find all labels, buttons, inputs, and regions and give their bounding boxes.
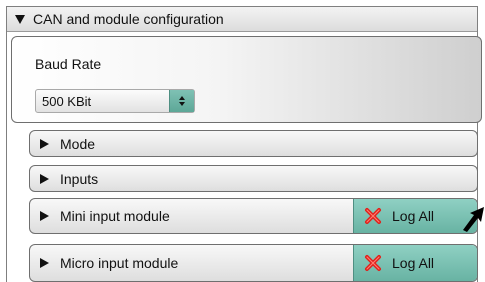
- baud-rate-label: Baud Rate: [35, 56, 102, 72]
- triangle-right-icon: [40, 258, 49, 268]
- mini-log-all-button[interactable]: Log All: [353, 199, 477, 233]
- triangle-right-icon: [40, 211, 49, 221]
- x-icon: [365, 255, 381, 271]
- section-inputs-label: Inputs: [60, 170, 99, 187]
- section-inputs[interactable]: Inputs: [29, 165, 478, 192]
- x-icon: [365, 208, 381, 224]
- mini-log-all-label: Log All: [392, 208, 435, 224]
- section-micro-input-module[interactable]: Micro input module Log All: [29, 244, 478, 282]
- section-micro-label: Micro input module: [60, 255, 179, 271]
- section-mode-label: Mode: [60, 135, 96, 152]
- section-mini-label: Mini input module: [60, 208, 170, 224]
- section-mini-input-module[interactable]: Mini input module Log All: [29, 198, 478, 234]
- can-config-header[interactable]: CAN and module configuration: [7, 7, 477, 32]
- triangle-right-icon: [40, 173, 49, 184]
- section-mode[interactable]: Mode: [29, 130, 478, 157]
- triangle-down-icon: [15, 14, 25, 24]
- micro-log-all-button[interactable]: Log All: [353, 245, 477, 281]
- select-arrows-icon[interactable]: [169, 90, 194, 112]
- can-config-title: CAN and module configuration: [33, 11, 224, 27]
- triangle-right-icon: [40, 138, 49, 149]
- arrow-pointer-icon: [463, 207, 484, 232]
- baud-rate-select[interactable]: 500 KBit: [35, 89, 195, 113]
- baud-rate-value: 500 KBit: [42, 93, 92, 109]
- micro-log-all-label: Log All: [392, 255, 435, 271]
